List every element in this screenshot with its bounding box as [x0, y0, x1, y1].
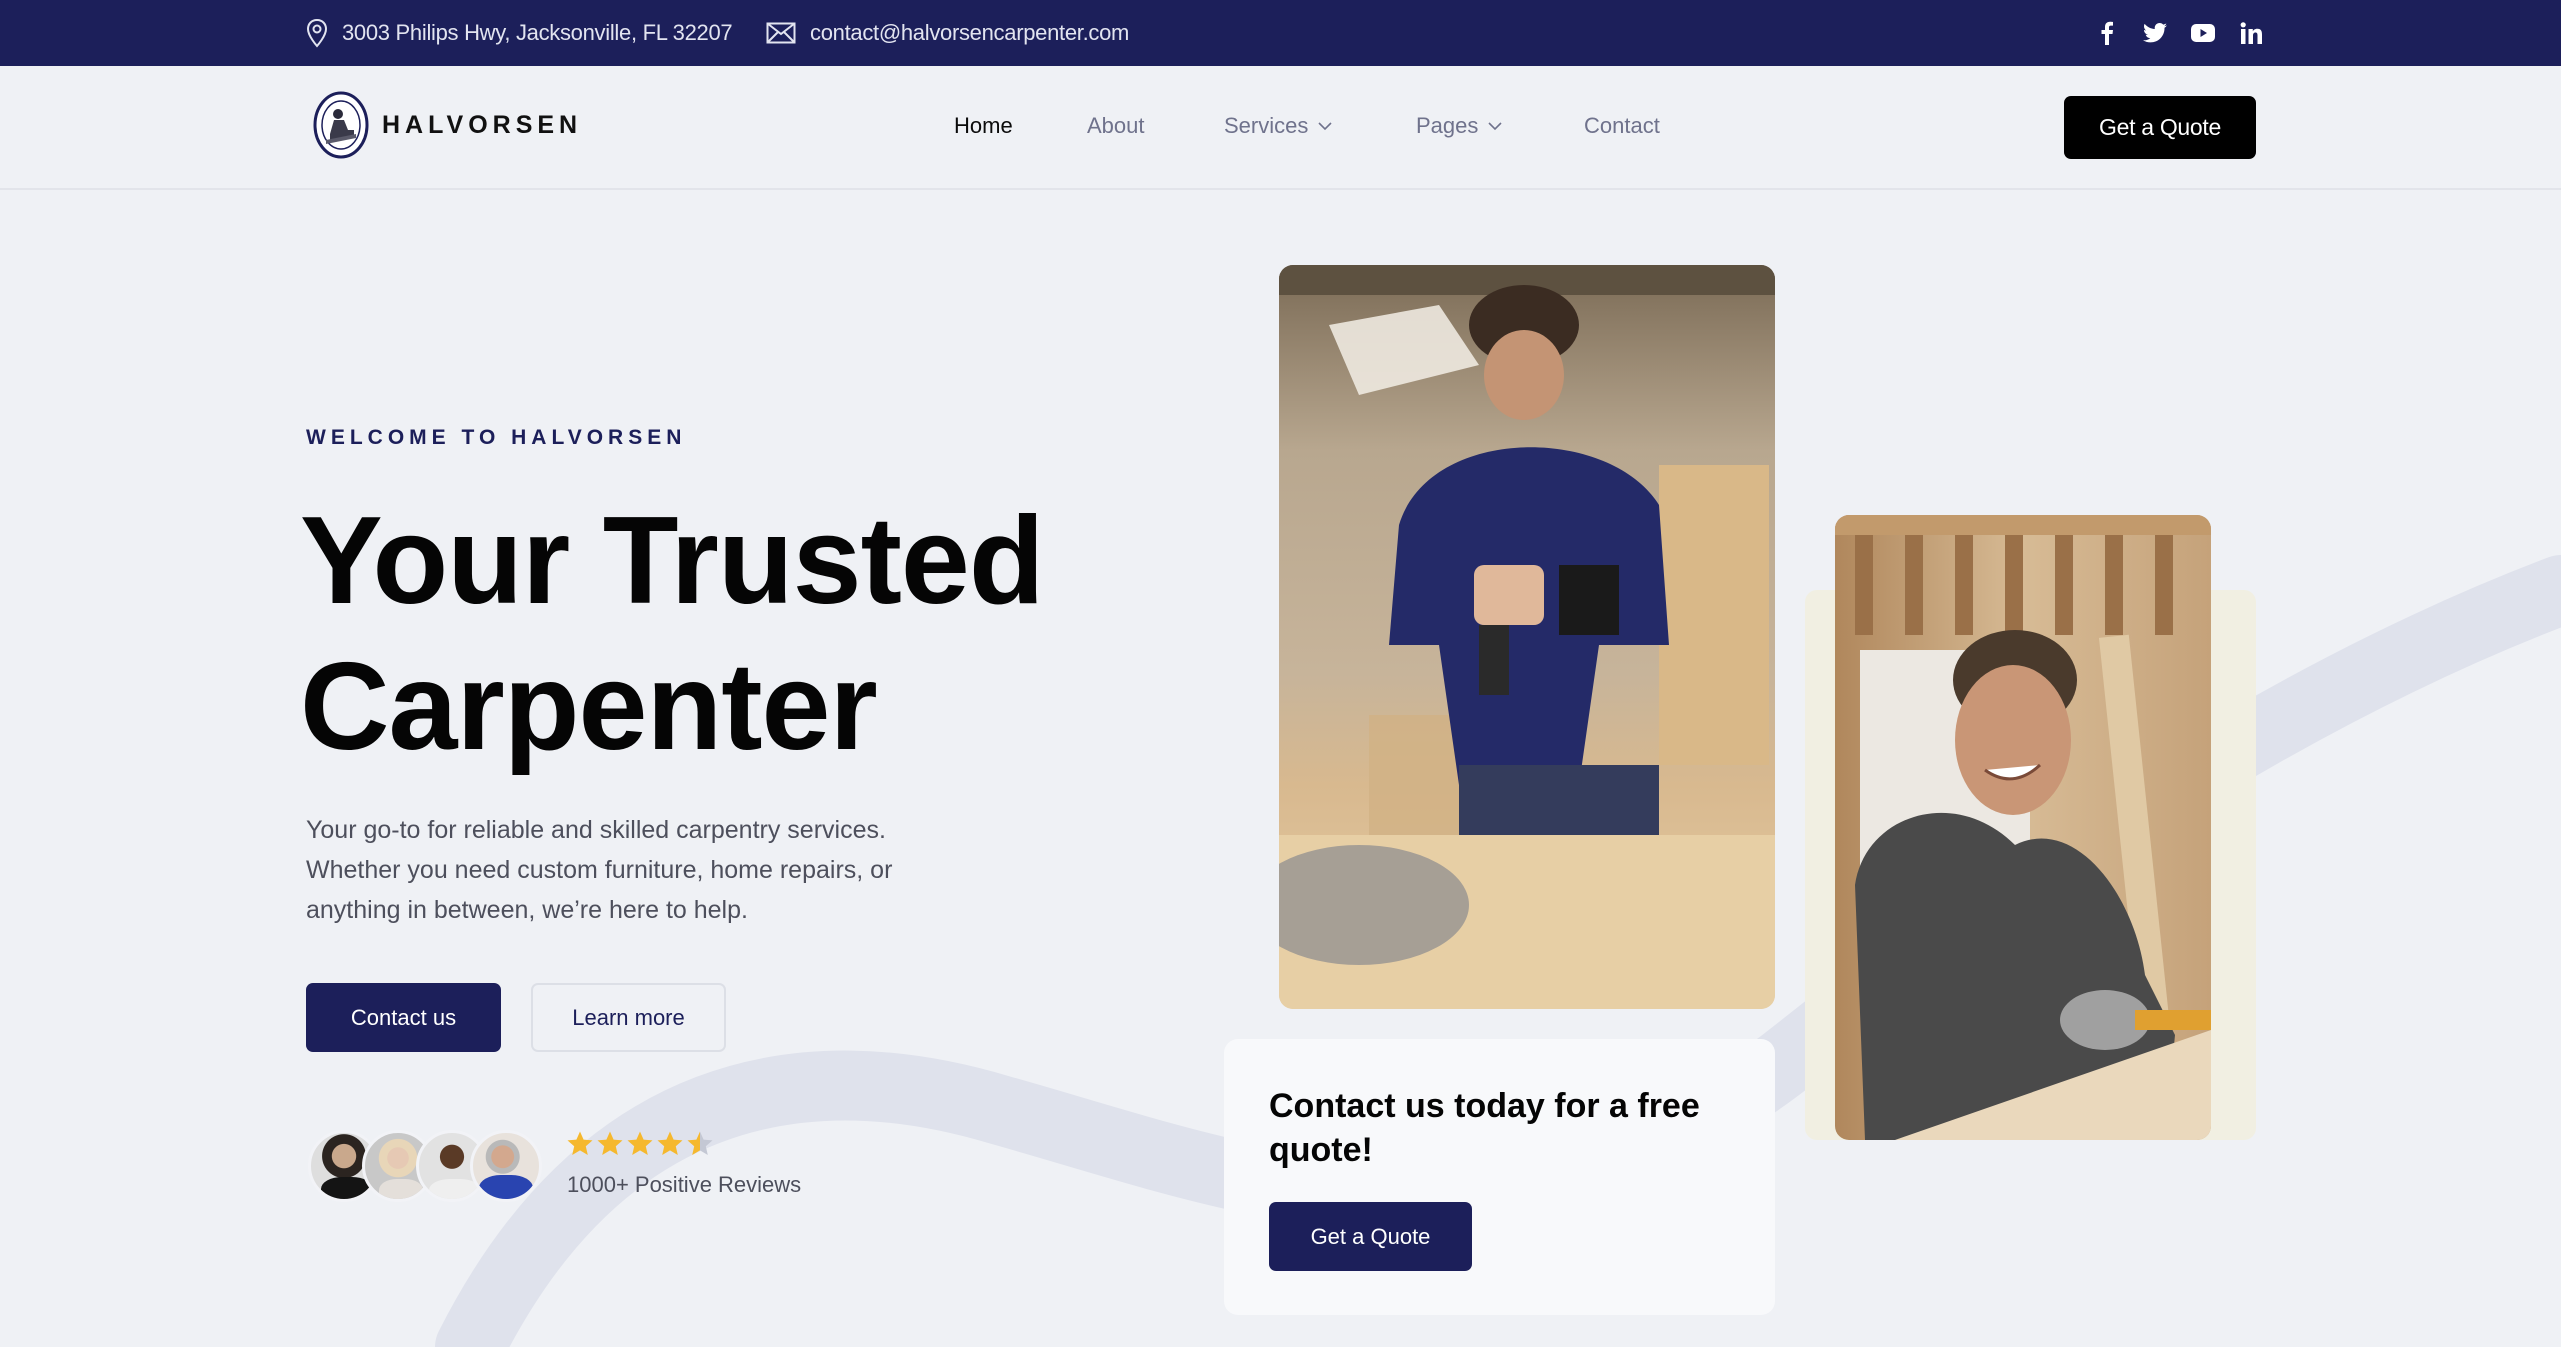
- brand-name: HALVORSEN: [382, 110, 583, 139]
- email-link[interactable]: contact@halvorsencarpenter.com: [810, 20, 1129, 46]
- rating-stars: [566, 1130, 716, 1158]
- star-icon: [567, 1131, 593, 1155]
- nav-item-pages[interactable]: Pages: [1416, 113, 1502, 139]
- nav-item-label: Pages: [1416, 113, 1479, 138]
- main-navigation: HALVORSEN Home About Services Pages Cont…: [0, 66, 2561, 190]
- get-quote-card-button[interactable]: Get a Quote: [1269, 1202, 1472, 1271]
- carpenter-drilling-photo: [1279, 265, 1775, 1009]
- brand-logo[interactable]: HALVORSEN: [312, 90, 582, 160]
- chevron-down-icon: [1318, 121, 1332, 130]
- star-icon: [597, 1131, 623, 1155]
- top-info-bar: 3003 Philips Hwy, Jacksonville, FL 32207…: [0, 0, 2561, 66]
- get-quote-nav-button[interactable]: Get a Quote: [2064, 96, 2256, 159]
- location-pin-icon: [306, 18, 328, 48]
- twitter-icon[interactable]: [2142, 20, 2168, 46]
- star-icon: [687, 1131, 713, 1155]
- nav-item-label: About: [1087, 113, 1145, 138]
- reviews-count: 1000+ Positive Reviews: [567, 1172, 802, 1197]
- hero-title-line1: Your Trusted: [300, 492, 1045, 630]
- nav-item-services[interactable]: Services: [1224, 113, 1332, 139]
- contact-us-button[interactable]: Contact us: [306, 983, 501, 1052]
- email-item[interactable]: contact@halvorsencarpenter.com: [766, 0, 1129, 66]
- nav-item-contact[interactable]: Contact: [1584, 113, 1660, 139]
- chevron-down-icon: [1488, 121, 1502, 130]
- smiling-carpenter-photo: [1835, 515, 2211, 1140]
- hero-title-line2: Carpenter: [300, 638, 878, 776]
- hero-eyebrow: WELCOME TO HALVORSEN: [306, 426, 687, 449]
- avatar: [470, 1130, 542, 1202]
- nav-item-home[interactable]: Home: [954, 113, 1013, 139]
- free-quote-card: Contact us today for a free quote! Get a…: [1224, 1039, 1775, 1315]
- nav-item-about[interactable]: About: [1087, 113, 1145, 139]
- hero-title: Your Trusted Carpenter: [300, 488, 1045, 780]
- youtube-icon[interactable]: [2190, 20, 2216, 46]
- star-icon: [627, 1131, 653, 1155]
- carpenter-badge-icon: [313, 91, 369, 159]
- social-links: [2072, 0, 2264, 66]
- linkedin-icon[interactable]: [2238, 20, 2264, 46]
- nav-item-label: Contact: [1584, 113, 1660, 138]
- nav-item-label: Home: [954, 113, 1013, 138]
- hero-description: Your go-to for reliable and skilled carp…: [306, 816, 893, 924]
- nav-item-label: Services: [1224, 113, 1309, 138]
- facebook-icon[interactable]: [2094, 20, 2120, 46]
- address-text: 3003 Philips Hwy, Jacksonville, FL 32207: [342, 20, 733, 45]
- learn-more-button[interactable]: Learn more: [531, 983, 726, 1052]
- card-title: Contact us today for a free quote!: [1269, 1087, 1700, 1169]
- address-item: 3003 Philips Hwy, Jacksonville, FL 32207: [306, 0, 733, 66]
- envelope-icon: [766, 22, 796, 44]
- star-icon: [657, 1131, 683, 1155]
